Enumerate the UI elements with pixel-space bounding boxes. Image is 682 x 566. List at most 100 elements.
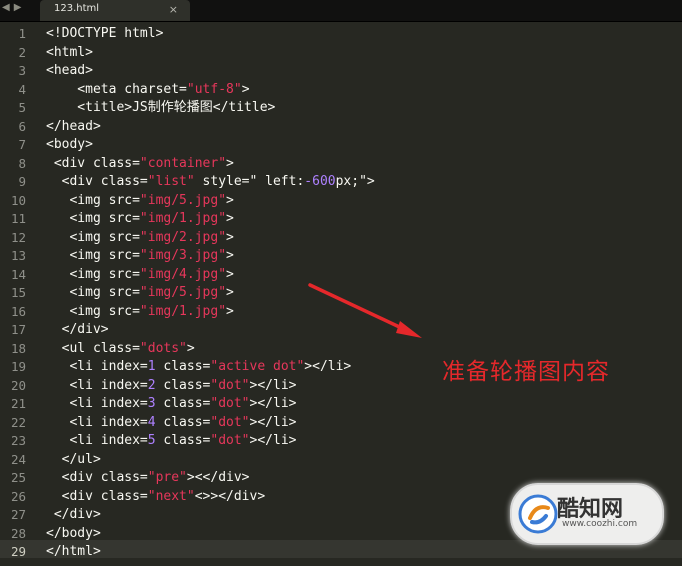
code-token: </body> (46, 525, 101, 541)
code-line: <div class="next"<>></div> (46, 488, 266, 506)
line-number: 12 (10, 229, 26, 245)
code-line: </div> (46, 506, 101, 524)
line-number: 21 (10, 396, 26, 411)
line-number: 15 (10, 285, 26, 300)
code-token: ></li> (249, 414, 297, 430)
code-token: </ul> (46, 451, 101, 467)
code-line: <ul class="dots"> (46, 340, 195, 358)
code-token: <li index= (46, 359, 148, 374)
code-token: ></li> (304, 359, 352, 374)
line-number: 22 (10, 414, 26, 430)
code-token: <li index= (46, 414, 148, 430)
line-number: 18 (10, 340, 26, 356)
line-number: 7 (18, 137, 26, 152)
code-line: <li index=2 class="dot"></li> (46, 377, 296, 395)
line-number: 9 (18, 174, 26, 189)
code-token: "active dot" (210, 359, 305, 374)
code-token: "img/5.jpg" (139, 285, 227, 300)
line-number: 28 (10, 525, 26, 541)
code-token: <body> (46, 137, 93, 152)
code-line: <div class="container"> (46, 155, 234, 173)
code-token: > (241, 81, 250, 97)
code-line: <meta charset="utf-8"> (46, 81, 250, 99)
code-token: <html> (46, 44, 93, 60)
code-line: <img src="img/3.jpg"> (46, 247, 234, 265)
nav-forward-icon[interactable]: ▶ (14, 2, 26, 13)
line-number: 20 (10, 377, 26, 393)
code-token: style=" left: (194, 174, 305, 189)
code-token: <img src= (46, 211, 140, 226)
code-token: 5 (147, 433, 156, 448)
code-token: > (226, 303, 234, 319)
code-token: ></li> (249, 433, 297, 448)
code-token: "img/1.jpg" (139, 211, 227, 226)
code-token: > (226, 211, 234, 226)
code-line: <html> (46, 44, 93, 62)
code-token: <img src= (46, 303, 140, 319)
code-token: 3 (147, 396, 156, 411)
code-token: <li index= (46, 433, 148, 448)
code-line: </head> (46, 118, 101, 136)
code-token: <div class= (46, 488, 148, 504)
nav-back-icon[interactable]: ◀ (2, 2, 14, 13)
code-line: <div class="list" style=" left:-600px;"> (46, 173, 375, 191)
line-number: 8 (18, 155, 26, 171)
code-token: <head> (46, 63, 93, 78)
line-number: 1 (18, 26, 26, 41)
line-number: 4 (18, 81, 26, 97)
code-line: <img src="img/5.jpg"> (46, 284, 234, 302)
code-token: "dots" (139, 340, 187, 356)
line-number: 5 (18, 100, 26, 115)
annotation-text: 准备轮播图内容 (442, 359, 610, 385)
code-token: "img/4.jpg" (139, 266, 227, 282)
code-token: <img src= (46, 248, 140, 263)
close-icon[interactable]: × (169, 3, 178, 16)
code-token: <img src= (46, 192, 140, 208)
code-line: <head> (46, 62, 93, 80)
code-token: "next" (147, 488, 195, 504)
code-token: </head> (46, 118, 101, 134)
code-line: </html> (46, 543, 101, 561)
code-line: <!DOCTYPE html> (46, 25, 163, 43)
tab-label: 123.html (54, 3, 100, 14)
code-token: </div> (46, 507, 101, 522)
code-token: "pre" (147, 470, 187, 485)
tab-123-html[interactable]: 123.html × (40, 0, 190, 21)
code-token: <meta charset= (46, 81, 187, 97)
code-line: </ul> (46, 451, 101, 469)
line-number: 17 (10, 322, 26, 337)
code-token: <li index= (46, 377, 148, 393)
line-number: 2 (18, 44, 26, 60)
code-token: </div> (46, 322, 109, 337)
line-number: 11 (10, 211, 26, 226)
code-token: "dot" (210, 433, 250, 448)
code-token: > (226, 285, 234, 300)
line-number: 25 (10, 470, 26, 485)
code-line: <img src="img/4.jpg"> (46, 266, 233, 284)
code-token: class= (155, 414, 211, 430)
code-token: > (226, 248, 234, 263)
line-number: 26 (10, 488, 26, 504)
code-line: <img src="img/1.jpg"> (46, 210, 234, 228)
code-token: <img src= (46, 266, 140, 282)
line-number: 19 (10, 359, 26, 374)
code-line: <body> (46, 136, 93, 154)
line-number: 14 (10, 266, 26, 282)
line-number-gutter: 1 2 3 4 5 6 7 8 9 10 11 12 13 14 15 16 17 18 19 20 21 22 23 24 2… (0, 22, 30, 566)
code-line: <title>JS制作轮播图</title> (46, 99, 275, 117)
code-token: <img src= (46, 229, 140, 245)
line-number: 29 (10, 544, 26, 559)
code-token: > (226, 155, 234, 171)
code-token: class= (155, 396, 211, 411)
line-number: 3 (18, 63, 26, 78)
tab-bar: ◀▶ 123.html × (0, 0, 682, 22)
tab-nav: ◀▶ (2, 2, 25, 13)
code-token: "utf-8" (186, 81, 242, 97)
watermark-url: www.coozhi.com (562, 519, 638, 529)
code-token: <div class= (46, 155, 140, 171)
line-number: 16 (10, 303, 26, 319)
code-token: ></li> (249, 396, 297, 411)
code-token: 2 (147, 377, 156, 393)
code-token: "dot" (210, 377, 250, 393)
code-token: "dot" (210, 414, 250, 430)
